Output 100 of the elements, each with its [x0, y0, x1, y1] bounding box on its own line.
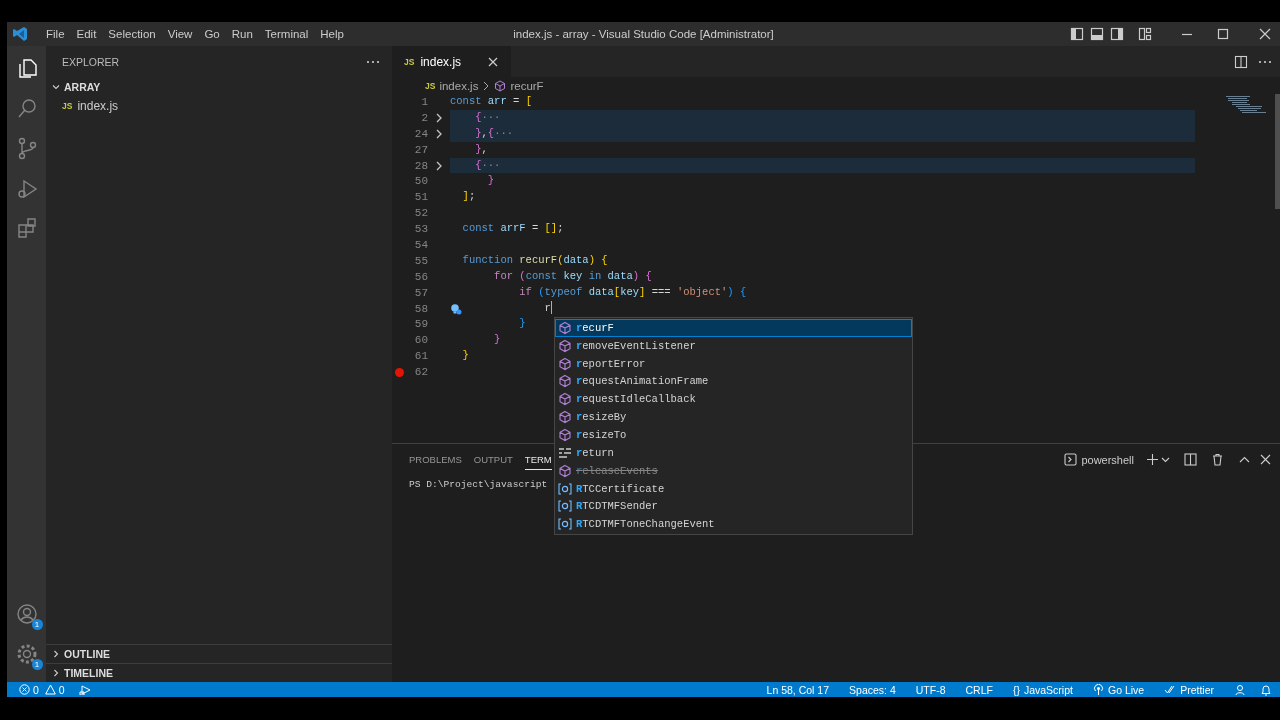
- line-number: 57: [413, 286, 428, 299]
- account-icon[interactable]: [14, 602, 39, 626]
- line-number: 2: [420, 111, 428, 124]
- chevron-icon[interactable]: [435, 128, 443, 139]
- status-item[interactable]: UTF-8: [915, 683, 946, 696]
- code-line: },: [474, 141, 488, 157]
- suggestion-item[interactable]: resizeTo: [555, 426, 912, 444]
- line-number: 24: [413, 127, 428, 140]
- menu-item[interactable]: Help: [314, 28, 350, 40]
- code-line: }: [461, 348, 469, 364]
- breadcrumb-item[interactable]: index.js: [439, 79, 479, 92]
- caret-icon[interactable]: [1161, 455, 1170, 464]
- plus-icon[interactable]: [1146, 453, 1159, 466]
- line-number: 27: [413, 143, 428, 156]
- keyword-icon: [558, 445, 572, 460]
- menu-item[interactable]: Selection: [102, 28, 162, 40]
- section-header[interactable]: OUTLINE: [64, 648, 111, 660]
- notification-badge: 1: [31, 659, 43, 670]
- line-number: 50: [413, 175, 428, 188]
- line-number: 53: [413, 223, 428, 236]
- breakpoint-icon[interactable]: [394, 367, 404, 377]
- status-item[interactable]: Ln 58, Col 17: [766, 683, 830, 696]
- menu-item[interactable]: Edit: [70, 28, 103, 40]
- suggestion-item[interactable]: releaseEvents: [555, 461, 912, 480]
- suggestion-item[interactable]: RTCDTMFToneChangeEvent: [555, 515, 912, 534]
- line-number: 52: [413, 207, 428, 220]
- line-number: 62: [413, 366, 428, 379]
- line-number: 28: [413, 159, 428, 172]
- menu-item[interactable]: Run: [225, 28, 259, 40]
- breadcrumb-item[interactable]: recurF: [510, 79, 544, 92]
- line-number: 60: [413, 334, 428, 347]
- split-terminal-icon[interactable]: [1184, 453, 1197, 466]
- cube-icon: [494, 79, 507, 92]
- menu-item[interactable]: Go: [198, 28, 226, 40]
- suggestion-item[interactable]: requestAnimationFrame: [555, 372, 912, 391]
- menu-item[interactable]: Terminal: [258, 28, 315, 40]
- cube-icon: [558, 374, 572, 389]
- line-number: 1: [420, 95, 428, 108]
- editor-tab[interactable]: JS index.js: [392, 46, 512, 77]
- vscode-logo-icon: [12, 26, 28, 42]
- problems-indicator[interactable]: 0 0: [19, 683, 65, 696]
- code-line: }: [486, 173, 495, 189]
- status-item[interactable]: Spaces: 4: [849, 683, 896, 696]
- code-line: if (typeof data[key] === 'object') {: [518, 284, 747, 300]
- code-line: const arr = [: [450, 94, 532, 109]
- chevron-icon[interactable]: [435, 160, 443, 171]
- js-file-icon: JS: [62, 101, 73, 111]
- variable-icon: [558, 481, 572, 496]
- suggestion-item[interactable]: resizeBy: [555, 408, 912, 427]
- close-icon[interactable]: [1259, 453, 1272, 466]
- status-item[interactable]: CRLF: [965, 683, 993, 696]
- layout-icon[interactable]: [1138, 27, 1152, 41]
- terminal-profile[interactable]: powershell: [1081, 453, 1134, 466]
- scrollbar-thumb[interactable]: [1275, 94, 1280, 209]
- line-number: 58: [413, 302, 428, 315]
- suggestion-item[interactable]: reportError: [555, 354, 912, 373]
- line-number: 55: [413, 254, 428, 267]
- line-number: 51: [413, 191, 428, 204]
- trash-icon[interactable]: [1211, 453, 1224, 466]
- chevron-icon[interactable]: [435, 112, 443, 123]
- maximize-icon[interactable]: [1216, 27, 1230, 41]
- menu-item[interactable]: View: [161, 28, 199, 40]
- suggestion-item[interactable]: RTCCertificate: [555, 479, 912, 498]
- menu-item[interactable]: File: [40, 28, 71, 40]
- window-title: index.js - array - Visual Studio Code [Administrator]: [513, 28, 774, 40]
- more-icon[interactable]: [1258, 59, 1272, 64]
- notification-badge: 1: [31, 619, 43, 630]
- suggestion-item[interactable]: RTCDTMFSender: [555, 497, 912, 516]
- panel-tab[interactable]: PROBLEMS: [409, 449, 462, 470]
- suggestion-item[interactable]: removeEventListener: [555, 336, 912, 355]
- section-header[interactable]: ARRAY: [64, 81, 101, 93]
- section-header[interactable]: TIMELINE: [64, 667, 113, 679]
- code-line: },{···: [474, 125, 514, 141]
- panel-tab[interactable]: OUTPUT: [473, 449, 513, 470]
- more-icon[interactable]: [366, 59, 380, 64]
- cube-icon: [558, 320, 572, 335]
- minimap[interactable]: [1226, 96, 1266, 114]
- sidebar-toggle-icon[interactable]: [1070, 27, 1084, 41]
- split-editor-icon[interactable]: [1234, 54, 1248, 69]
- cube-icon: [558, 356, 572, 371]
- variable-icon: [558, 499, 572, 514]
- secondary-sidebar-icon[interactable]: [1110, 27, 1124, 41]
- lightbulb-icon[interactable]: [450, 302, 462, 315]
- terminal-icon: [1064, 453, 1078, 466]
- panel-tab[interactable]: TERM: [524, 449, 552, 470]
- error-icon: [19, 684, 30, 695]
- cube-icon: [558, 392, 572, 407]
- bell-icon[interactable]: [1260, 683, 1272, 696]
- status-item[interactable]: {} JavaScript: [1012, 683, 1073, 696]
- status-item[interactable]: Prettier: [1164, 683, 1214, 696]
- status-item[interactable]: Go Live: [1092, 683, 1145, 696]
- cube-icon: [558, 410, 572, 425]
- line-number: 56: [413, 270, 428, 283]
- code-line: {···: [474, 109, 501, 125]
- suggestion-item[interactable]: return: [555, 443, 912, 462]
- suggestion-item[interactable]: recurF: [555, 319, 912, 337]
- explorer-entry[interactable]: index.js: [77, 99, 119, 113]
- suggestion-item[interactable]: requestIdleCallback: [555, 390, 912, 409]
- panel-toggle-icon[interactable]: [1090, 27, 1104, 41]
- close-icon[interactable]: [1258, 27, 1272, 41]
